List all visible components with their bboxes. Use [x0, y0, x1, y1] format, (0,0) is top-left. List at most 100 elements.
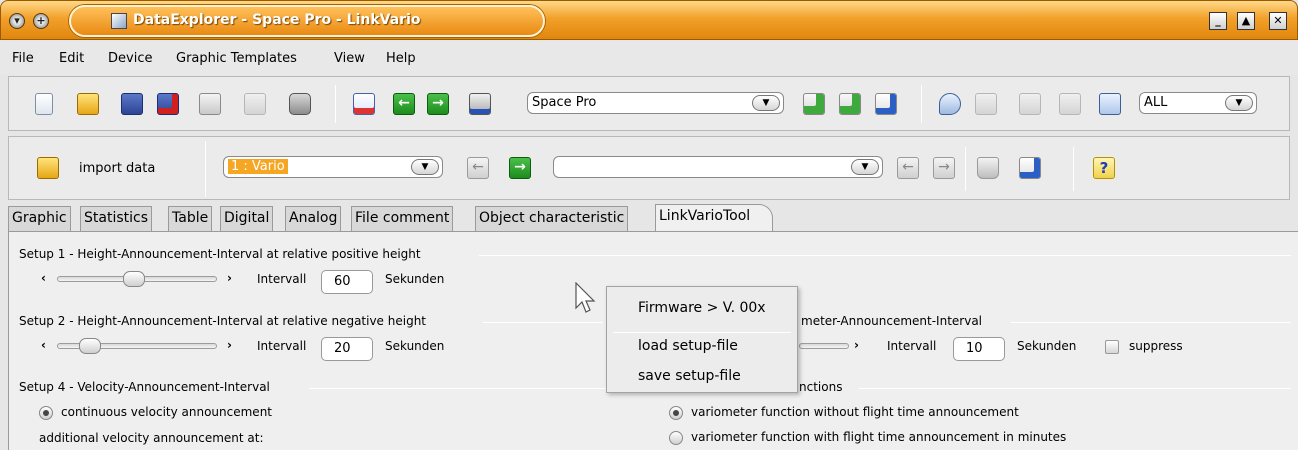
slider-left-icon[interactable]: ‹ — [41, 338, 46, 352]
menu-edit[interactable]: Edit — [59, 51, 84, 66]
setup3-title: meter-Announcement-Interval — [801, 314, 986, 328]
setup3-slider-track[interactable] — [799, 343, 849, 349]
tab-graphic[interactable]: Graphic — [8, 206, 71, 231]
suppress-checkbox[interactable] — [1105, 340, 1119, 354]
menu-file[interactable]: File — [12, 51, 34, 66]
record-select[interactable]: 1 : Vario ▼ — [223, 156, 443, 178]
additional-velocity-label: additional velocity announcement at: — [39, 431, 264, 445]
setup1-slider-thumb[interactable] — [123, 271, 146, 287]
setup3-interval-field[interactable]: 10 — [953, 337, 1005, 361]
chevron-down-icon[interactable]: ▼ — [1225, 95, 1253, 111]
menu-item-load-setup[interactable]: load setup-file — [638, 338, 738, 354]
minimize-icon[interactable]: _ — [1209, 12, 1227, 30]
slider-right-icon[interactable]: › — [227, 271, 232, 285]
zoom-icon[interactable] — [939, 93, 961, 115]
upload-doc-icon[interactable] — [839, 93, 861, 115]
main-toolbar: ← → Space Pro ▼ ALL ▼ — [8, 76, 1290, 131]
tab-statistics[interactable]: Statistics — [80, 206, 152, 231]
import-data-label[interactable]: import data — [79, 161, 155, 176]
copy-icon[interactable] — [244, 93, 266, 115]
vario-no-time-radio[interactable] — [669, 406, 683, 420]
maximize-icon[interactable]: ▲ — [1237, 12, 1255, 30]
next-record-icon[interactable]: → — [509, 157, 531, 179]
previous-device-icon[interactable]: ← — [393, 93, 415, 115]
slider-right-icon[interactable]: › — [854, 338, 859, 352]
close-icon[interactable]: ✕ — [1269, 12, 1287, 30]
toolbar-separator — [1073, 147, 1074, 191]
context-menu: Firmware > V. 00x load setup-file save s… — [606, 286, 798, 393]
save-as-icon[interactable] — [157, 93, 179, 115]
add-window-icon[interactable]: + — [33, 13, 49, 29]
menu-help[interactable]: Help — [386, 51, 416, 66]
next-set-icon[interactable]: → — [933, 157, 955, 179]
window-menu-icon[interactable]: ▾ — [9, 13, 25, 29]
pan-icon[interactable] — [975, 93, 997, 115]
chevron-down-icon[interactable]: ▼ — [752, 95, 780, 111]
channel-filter-select[interactable]: ALL ▼ — [1139, 92, 1257, 114]
menu-device[interactable]: Device — [108, 51, 152, 66]
setup2-slider-thumb[interactable] — [79, 338, 102, 354]
add-doc-icon[interactable] — [803, 93, 825, 115]
setup2-unit-label: Sekunden — [385, 339, 445, 353]
previous-set-icon[interactable]: ← — [897, 157, 919, 179]
menu-item-firmware[interactable]: Firmware > V. 00x — [638, 300, 766, 316]
setup1-interval-field[interactable]: 60 — [321, 270, 373, 294]
import-folder-icon[interactable] — [37, 157, 59, 179]
tab-linkvariotool[interactable]: LinkVarioTool — [655, 204, 774, 232]
channel-filter-value: ALL — [1144, 95, 1168, 110]
group-border — [1011, 322, 1291, 323]
setup3-unit-label: Sekunden — [1017, 339, 1077, 353]
trash-icon[interactable] — [977, 157, 999, 179]
check-doc-icon[interactable] — [353, 93, 375, 115]
device-select-value: Space Pro — [532, 95, 597, 110]
mouse-cursor-icon — [575, 282, 596, 313]
tab-table[interactable]: Table — [168, 206, 213, 231]
toolbar-separator — [965, 147, 966, 191]
device-select[interactable]: Space Pro ▼ — [527, 92, 784, 114]
edit-comment-icon[interactable] — [1019, 157, 1041, 179]
toolbar-separator — [205, 141, 206, 197]
device-tool-icon[interactable] — [469, 93, 491, 115]
cut-icon[interactable] — [1019, 93, 1041, 115]
group-border — [483, 322, 603, 323]
cut-range-icon[interactable] — [1059, 93, 1081, 115]
continuous-velocity-radio[interactable] — [39, 406, 53, 420]
menu-view[interactable]: View — [334, 51, 365, 66]
save-icon[interactable] — [121, 93, 143, 115]
next-device-icon[interactable]: → — [427, 93, 449, 115]
setup2-title: Setup 2 - Height-Announcement-Interval a… — [19, 314, 430, 328]
vario-with-time-radio[interactable] — [669, 431, 683, 445]
edit-doc-icon[interactable] — [875, 93, 897, 115]
record-select-value: 1 : Vario — [228, 159, 288, 174]
toolbar-separator — [335, 85, 336, 123]
title-pill: DataExplorer - Space Pro - LinkVario — [69, 5, 545, 37]
slider-right-icon[interactable]: › — [227, 338, 232, 352]
record-set-select[interactable]: ▼ — [553, 156, 883, 178]
group-border — [309, 388, 609, 389]
setup4-title: Setup 4 - Velocity-Announcement-Interval — [19, 380, 273, 394]
chevron-down-icon[interactable]: ▼ — [851, 159, 879, 175]
setup1-title: Setup 1 - Height-Announcement-Interval a… — [19, 247, 424, 261]
tab-analog[interactable]: Analog — [285, 206, 342, 231]
settings-doc-icon[interactable] — [199, 93, 221, 115]
help-icon[interactable]: ? — [1093, 157, 1115, 179]
open-folder-icon[interactable] — [77, 93, 99, 115]
setup2-interval-field[interactable]: 20 — [321, 337, 373, 361]
tab-file-comment[interactable]: File comment — [351, 206, 454, 231]
fit-icon[interactable] — [1099, 93, 1121, 115]
tab-digital[interactable]: Digital — [220, 206, 274, 231]
menu-separator — [613, 332, 791, 333]
new-file-icon[interactable] — [35, 93, 53, 115]
continuous-velocity-label: continuous velocity announcement — [61, 405, 273, 419]
suppress-label: suppress — [1129, 339, 1183, 353]
chevron-down-icon[interactable]: ▼ — [411, 159, 439, 175]
menu-item-save-setup[interactable]: save setup-file — [638, 368, 741, 384]
group-border — [479, 255, 1291, 256]
setup3-interval-label: Intervall — [887, 339, 937, 353]
title-bar[interactable]: ▾ + DataExplorer - Space Pro - LinkVario… — [0, 0, 1298, 40]
slider-left-icon[interactable]: ‹ — [41, 271, 46, 285]
previous-record-icon[interactable]: ← — [467, 157, 489, 179]
menu-graphic-templates[interactable]: Graphic Templates — [176, 51, 297, 66]
tab-object-characteristic[interactable]: Object characteristic — [475, 206, 629, 231]
print-icon[interactable] — [289, 93, 311, 115]
